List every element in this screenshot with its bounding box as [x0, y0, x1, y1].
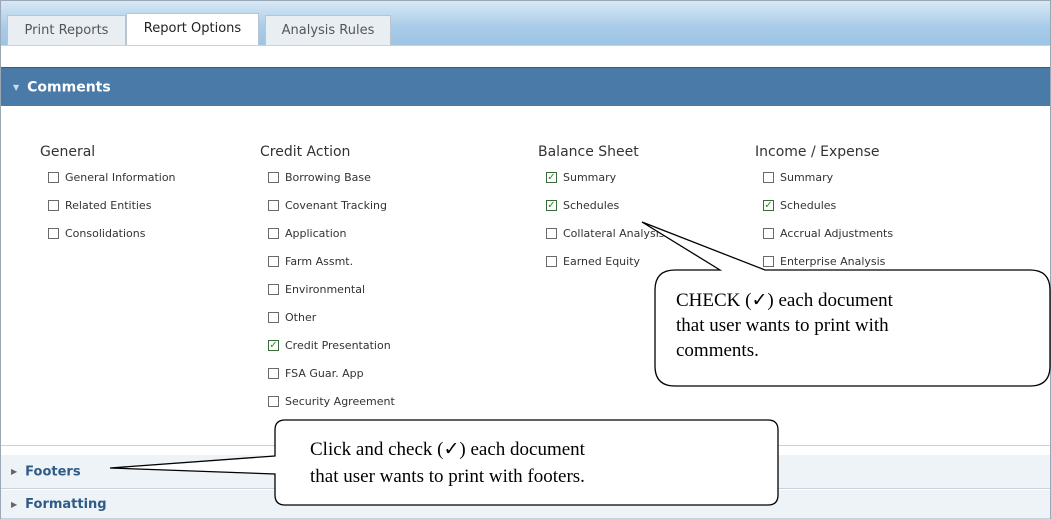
callout-line: Click and check (✓) each document — [310, 439, 585, 460]
callout-line: comments. — [676, 340, 759, 361]
comments-callout-text: CHECK (✓) each document that user wants … — [676, 288, 893, 363]
footers-callout-text: Click and check (✓) each document that u… — [310, 436, 585, 490]
callout-line: CHECK (✓) each document — [676, 290, 893, 311]
callout-line: that user wants to print with — [676, 315, 889, 336]
callout-line: that user wants to print with footers. — [310, 466, 585, 487]
